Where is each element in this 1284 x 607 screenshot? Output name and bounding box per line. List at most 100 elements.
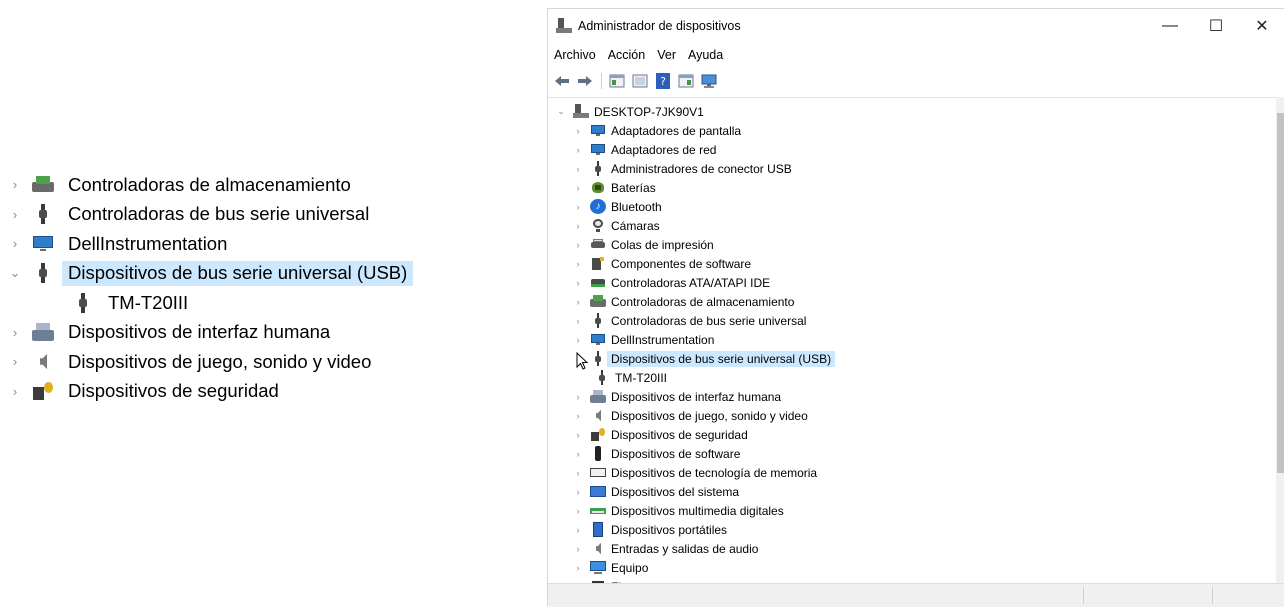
- menu-accion[interactable]: Acción: [603, 46, 651, 66]
- menu-bar: Archivo Acción Ver Ayuda: [548, 46, 730, 66]
- menu-archivo[interactable]: Archivo: [548, 46, 601, 66]
- chevron-right-icon[interactable]: ›: [573, 430, 583, 440]
- title-bar[interactable]: Administrador de dispositivos — ☐ ✕: [548, 9, 1284, 43]
- chevron-right-icon[interactable]: ›: [573, 126, 583, 136]
- chevron-right-icon[interactable]: ›: [573, 164, 583, 174]
- tree-child-item[interactable]: TM-T20III: [594, 368, 1276, 387]
- scan-hardware-button[interactable]: [700, 72, 718, 90]
- properties-button[interactable]: [608, 72, 626, 90]
- chevron-right-icon[interactable]: ›: [573, 278, 583, 288]
- tree-item[interactable]: › Administradores de conector USB: [573, 159, 1276, 178]
- properties-icon: [609, 74, 625, 88]
- speaker-icon: [590, 408, 606, 423]
- chevron-right-icon[interactable]: ›: [573, 240, 583, 250]
- vertical-scrollbar[interactable]: [1276, 97, 1284, 583]
- tree-item[interactable]: › Controladoras de bus serie universal: [573, 311, 1276, 330]
- tree-item[interactable]: › Dispositivos del sistema: [573, 482, 1276, 501]
- tree-item[interactable]: › Dispositivos portátiles: [573, 520, 1276, 539]
- update-driver-button[interactable]: [631, 72, 649, 90]
- zoom-tree-item[interactable]: › DellInstrumentation: [0, 229, 440, 258]
- chevron-right-icon[interactable]: ›: [573, 145, 583, 155]
- chevron-right-icon[interactable]: ›: [573, 449, 583, 459]
- chevron-down-icon[interactable]: ⌄: [8, 265, 22, 281]
- chevron-right-icon[interactable]: ›: [573, 316, 583, 326]
- chevron-right-icon[interactable]: ›: [573, 468, 583, 478]
- menu-ver[interactable]: Ver: [652, 46, 681, 66]
- tree-item[interactable]: › Controladoras ATA/ATAPI IDE: [573, 273, 1276, 292]
- scan-hardware-icon: [701, 74, 717, 88]
- zoom-tree-item-label: TM-T20III: [108, 291, 189, 313]
- zoom-tree-item[interactable]: › Dispositivos de interfaz humana: [0, 318, 440, 347]
- tree-item[interactable]: › Dispositivos de tecnología de memoria: [573, 463, 1276, 482]
- chevron-right-icon[interactable]: ›: [573, 563, 583, 573]
- chevron-right-icon[interactable]: ›: [573, 202, 583, 212]
- zoom-tree-item[interactable]: › Controladoras de almacenamiento: [0, 170, 440, 199]
- tree-item[interactable]: › Bluetooth: [573, 197, 1276, 216]
- zoom-tree-item[interactable]: › Controladoras de bus serie universal: [0, 200, 440, 229]
- chevron-right-icon[interactable]: ›: [573, 335, 583, 345]
- phone-icon: [590, 446, 606, 461]
- scrollbar-thumb[interactable]: [1277, 113, 1284, 473]
- device-manager-window: Administrador de dispositivos — ☐ ✕ Arch…: [547, 8, 1284, 607]
- tree-item[interactable]: › DellInstrumentation: [573, 330, 1276, 349]
- tree-item[interactable]: › Entradas y salidas de audio: [573, 539, 1276, 558]
- zoom-tree-item[interactable]: › Dispositivos de seguridad: [0, 377, 440, 403]
- chevron-right-icon[interactable]: ›: [573, 392, 583, 402]
- tree-item-label: Dispositivos de tecnología de memoria: [611, 465, 818, 480]
- view-button[interactable]: [677, 72, 695, 90]
- speaker-icon: [32, 352, 54, 372]
- usb-icon: [590, 351, 606, 366]
- tree-item[interactable]: › Baterías: [573, 178, 1276, 197]
- tree-item[interactable]: › Dispositivos de seguridad: [573, 425, 1276, 444]
- tree-item[interactable]: › Dispositivos de interfaz humana: [573, 387, 1276, 406]
- close-button[interactable]: ✕: [1239, 9, 1284, 43]
- tree-item[interactable]: › Adaptadores de red: [573, 140, 1276, 159]
- back-button[interactable]: [553, 72, 571, 90]
- chevron-right-icon[interactable]: ›: [573, 221, 583, 231]
- tree-item[interactable]: › Dispositivos de juego, sonido y video: [573, 406, 1276, 425]
- system-icon: [590, 484, 606, 499]
- tree-item[interactable]: › Colas de impresión: [573, 235, 1276, 254]
- tree-item[interactable]: › Dispositivos de software: [573, 444, 1276, 463]
- zoom-tree-item[interactable]: ⌄ Dispositivos de bus serie universal (US…: [0, 259, 440, 288]
- chevron-right-icon[interactable]: ›: [573, 544, 583, 554]
- tree-item[interactable]: › Adaptadores de pantalla: [573, 121, 1276, 140]
- usb-icon: [32, 263, 54, 283]
- chevron-right-icon[interactable]: ›: [8, 207, 22, 222]
- chevron-right-icon[interactable]: ›: [573, 506, 583, 516]
- tree-item[interactable]: › Cámaras: [573, 216, 1276, 235]
- forward-button[interactable]: [576, 72, 594, 90]
- menu-ayuda[interactable]: Ayuda: [683, 46, 728, 66]
- tree-item[interactable]: › Componentes de software: [573, 254, 1276, 273]
- chevron-right-icon[interactable]: ›: [573, 183, 583, 193]
- tree-item-label: Dispositivos de interfaz humana: [611, 389, 782, 404]
- chevron-right-icon[interactable]: ›: [8, 354, 22, 369]
- forward-icon: [578, 76, 592, 86]
- tree-item[interactable]: ›Dispositivos de bus serie universal (US…: [573, 349, 1276, 368]
- chevron-right-icon[interactable]: ›: [573, 525, 583, 535]
- zoom-tree-item-label: DellInstrumentation: [68, 232, 228, 254]
- minimize-button[interactable]: —: [1147, 9, 1193, 43]
- tree-root[interactable]: ⌄ DESKTOP-7JK90V1: [556, 102, 1276, 121]
- chevron-right-icon[interactable]: ›: [573, 487, 583, 497]
- chevron-down-icon[interactable]: ⌄: [556, 106, 566, 117]
- lock-icon: [32, 381, 54, 401]
- chevron-right-icon[interactable]: ›: [573, 411, 583, 421]
- tree-item[interactable]: › Equipo: [573, 558, 1276, 577]
- chevron-right-icon[interactable]: ›: [8, 384, 22, 399]
- bluetooth-icon: [590, 199, 606, 214]
- maximize-button[interactable]: ☐: [1193, 9, 1239, 43]
- device-tree[interactable]: ⌄ DESKTOP-7JK90V1 › Adaptadores de pantal…: [548, 97, 1276, 584]
- zoom-tree-item[interactable]: › Dispositivos de juego, sonido y video: [0, 347, 440, 376]
- chevron-right-icon[interactable]: ›: [8, 236, 22, 251]
- help-button[interactable]: ?: [654, 72, 672, 90]
- tree-item[interactable]: › Dispositivos multimedia digitales: [573, 501, 1276, 520]
- zoom-tree-child-item[interactable]: TM-T20III: [0, 288, 440, 317]
- chevron-right-icon[interactable]: ›: [8, 325, 22, 340]
- tree-item[interactable]: › Controladoras de almacenamiento: [573, 292, 1276, 311]
- status-divider: [1083, 587, 1084, 604]
- chevron-right-icon[interactable]: ›: [573, 297, 583, 307]
- portable-device-icon: [590, 522, 606, 537]
- chevron-right-icon[interactable]: ›: [573, 259, 583, 269]
- chevron-right-icon[interactable]: ›: [8, 177, 22, 192]
